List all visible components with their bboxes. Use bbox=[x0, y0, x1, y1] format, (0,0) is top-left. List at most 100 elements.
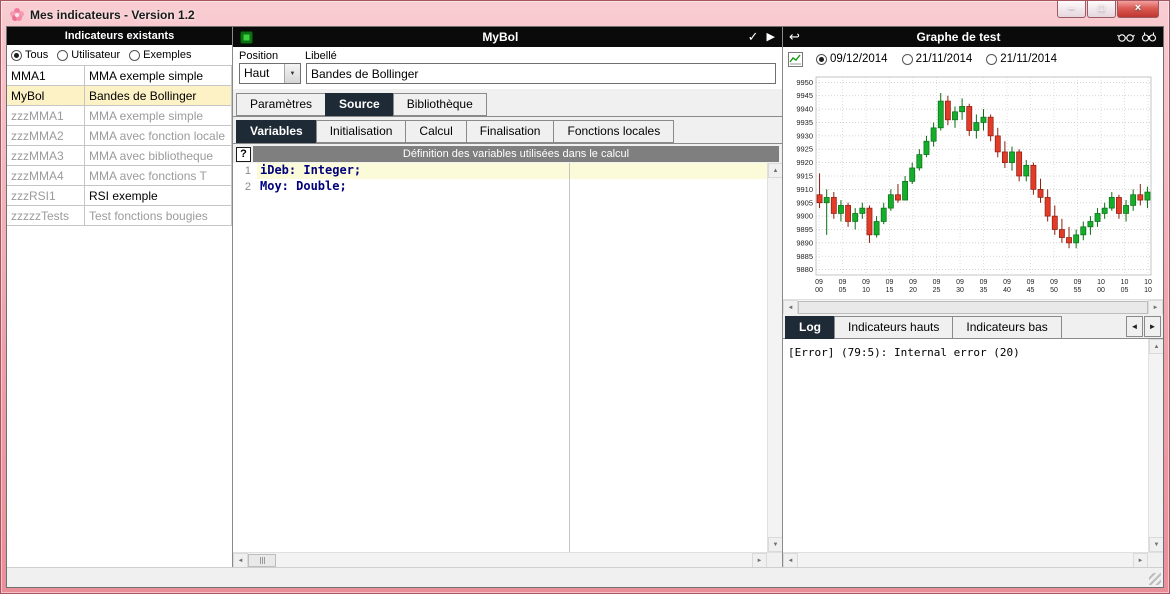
source-tab[interactable]: Finalisation bbox=[465, 120, 555, 143]
resize-grip[interactable] bbox=[1149, 573, 1161, 585]
scroll-left-icon[interactable]: ◄ bbox=[783, 300, 798, 315]
radio-icon bbox=[129, 49, 141, 61]
svg-text:09: 09 bbox=[862, 279, 870, 286]
code-line[interactable]: 2 Moy: Double; bbox=[233, 179, 767, 195]
indicator-label: RSI exemple bbox=[85, 186, 232, 205]
log-hscroll-track[interactable] bbox=[798, 553, 1133, 567]
date-radios: 09/12/2014 21/11/2014 21/11/2014 bbox=[816, 53, 1057, 65]
run-icon[interactable]: ▶ bbox=[767, 29, 775, 45]
svg-text:55: 55 bbox=[1074, 287, 1082, 294]
hscroll-thumb[interactable] bbox=[248, 553, 276, 567]
code-lines[interactable]: 1 iDeb: Integer; 2 Moy: Double; bbox=[233, 163, 767, 552]
candlestick-chart: 9880 9885 9890 9895 9900 9905 9910 9915 9920 9925… bbox=[796, 76, 1152, 294]
scroll-up-icon[interactable]: ▲ bbox=[768, 163, 782, 178]
svg-text:9935: 9935 bbox=[796, 118, 813, 127]
tab-next-icon[interactable]: ► bbox=[1144, 316, 1161, 337]
scroll-left-icon[interactable]: ◄ bbox=[233, 553, 248, 567]
svg-text:20: 20 bbox=[909, 287, 917, 294]
scroll-right-icon[interactable]: ► bbox=[1148, 300, 1163, 315]
help-icon[interactable]: ? bbox=[236, 146, 251, 162]
source-tab[interactable]: Calcul bbox=[405, 120, 467, 143]
scroll-left-icon[interactable]: ◄ bbox=[783, 553, 798, 567]
chart-page-icon[interactable] bbox=[788, 51, 803, 67]
source-tab[interactable]: Fonctions locales bbox=[553, 120, 675, 143]
editor-vscrollbar[interactable]: ▲ ▼ bbox=[767, 163, 782, 552]
svg-text:09: 09 bbox=[980, 279, 988, 286]
svg-text:9930: 9930 bbox=[796, 131, 813, 140]
scroll-right-icon[interactable]: ► bbox=[1133, 553, 1148, 567]
radio-icon bbox=[816, 53, 827, 65]
source-tab[interactable]: Variables bbox=[236, 120, 317, 143]
svg-text:40: 40 bbox=[1003, 287, 1011, 294]
svg-text:10: 10 bbox=[1144, 279, 1152, 286]
date-radio[interactable]: 09/12/2014 bbox=[816, 53, 888, 65]
scroll-down-icon[interactable]: ▼ bbox=[1149, 537, 1163, 552]
graph-tab[interactable]: Log bbox=[785, 316, 835, 339]
editor-hscrollbar[interactable]: ◄ ► bbox=[233, 552, 782, 567]
svg-text:9880: 9880 bbox=[796, 265, 813, 274]
minimize-button[interactable]: – bbox=[1057, 1, 1086, 18]
main-tab[interactable]: Paramètres bbox=[236, 93, 327, 116]
indicator-row[interactable]: zzzMMA2 MMA avec fonction locale bbox=[7, 126, 232, 146]
section-title: Définition des variables utilisées dans … bbox=[253, 146, 779, 162]
chart-hscroll-thumb[interactable] bbox=[798, 300, 1148, 314]
app-window: Mes indicateurs - Version 1.2 – □ × Indi… bbox=[0, 0, 1170, 594]
filter-radio[interactable]: Exemples bbox=[129, 49, 191, 61]
log-vscrollbar[interactable]: ▲ ▼ bbox=[1148, 339, 1163, 552]
scroll-up-icon[interactable]: ▲ bbox=[1149, 339, 1163, 354]
binoculars-icon[interactable] bbox=[1141, 31, 1157, 43]
compile-status-icon bbox=[240, 30, 253, 44]
svg-text:09: 09 bbox=[1050, 279, 1058, 286]
maximize-button[interactable]: □ bbox=[1087, 1, 1116, 18]
variables-section-row: ? Définition des variables utilisées dan… bbox=[233, 144, 782, 163]
indicator-row[interactable]: MMA1 MMA exemple simple bbox=[7, 66, 232, 86]
scrollbar-corner bbox=[767, 553, 782, 567]
status-bar bbox=[7, 567, 1163, 587]
date-radio[interactable]: 21/11/2014 bbox=[986, 53, 1057, 65]
graph-tab[interactable]: Indicateurs hauts bbox=[834, 316, 954, 339]
editor-header: MyBol ✓ ▶ bbox=[233, 27, 782, 47]
filter-radios: Tous Utilisateur Exemples bbox=[7, 45, 232, 65]
indicator-row[interactable]: zzzMMA4 MMA avec fonctions T bbox=[7, 166, 232, 186]
close-button[interactable]: × bbox=[1117, 1, 1159, 18]
indicator-row[interactable]: zzzMMA1 MMA exemple simple bbox=[7, 106, 232, 126]
log-hscrollbar[interactable]: ◄ ► bbox=[783, 552, 1163, 567]
main-tab[interactable]: Source bbox=[325, 93, 394, 116]
graph-title: Graphe de test bbox=[916, 30, 1001, 44]
indicator-row[interactable]: zzzzzTests Test fonctions bougies bbox=[7, 206, 232, 226]
svg-text:30: 30 bbox=[956, 287, 964, 294]
libelle-input[interactable] bbox=[306, 63, 776, 84]
main-tab[interactable]: Bibliothèque bbox=[392, 93, 487, 116]
position-combobox[interactable]: Haut ▼ bbox=[239, 63, 301, 84]
indicator-row[interactable]: MyBol Bandes de Bollinger bbox=[7, 86, 232, 106]
svg-text:05: 05 bbox=[1121, 287, 1129, 294]
source-tab[interactable]: Initialisation bbox=[315, 120, 407, 143]
glasses-icon[interactable] bbox=[1117, 32, 1135, 43]
date-radio[interactable]: 21/11/2014 bbox=[901, 53, 973, 65]
chart-hscrollbar[interactable]: ◄ ► bbox=[783, 299, 1163, 315]
svg-text:9910: 9910 bbox=[796, 185, 813, 194]
undo-icon[interactable]: ↩ bbox=[789, 29, 800, 45]
filter-radio[interactable]: Utilisateur bbox=[57, 49, 120, 61]
graph-tab[interactable]: Indicateurs bas bbox=[952, 316, 1062, 339]
date-radio-label: 21/11/2014 bbox=[1000, 53, 1057, 65]
validate-icon[interactable]: ✓ bbox=[748, 29, 759, 45]
indicator-label: MMA exemple simple bbox=[85, 66, 232, 85]
indicator-name: zzzMMA4 bbox=[7, 166, 85, 185]
indicator-name: zzzzzTests bbox=[7, 206, 85, 225]
scroll-down-icon[interactable]: ▼ bbox=[768, 537, 782, 552]
graph-header: ↩ Graphe de test bbox=[783, 27, 1163, 47]
indicator-row[interactable]: zzzRSI1 RSI exemple bbox=[7, 186, 232, 206]
date-radio-label: 21/11/2014 bbox=[915, 53, 973, 65]
combobox-arrow-icon[interactable]: ▼ bbox=[284, 64, 300, 83]
indicator-label: MMA avec fonctions T bbox=[85, 166, 232, 185]
filter-radio[interactable]: Tous bbox=[11, 49, 48, 61]
code-line[interactable]: 1 iDeb: Integer; bbox=[233, 163, 767, 179]
indicator-list-panel: Indicateurs existants Tous Utilisateur Exe… bbox=[7, 27, 233, 567]
svg-text:9905: 9905 bbox=[796, 198, 813, 207]
tab-prev-icon[interactable]: ◄ bbox=[1126, 316, 1143, 337]
indicator-row[interactable]: zzzMMA3 MMA avec bibliotheque bbox=[7, 146, 232, 166]
svg-text:9925: 9925 bbox=[796, 145, 813, 154]
scroll-right-icon[interactable]: ► bbox=[752, 553, 767, 567]
hscroll-track[interactable] bbox=[276, 553, 752, 567]
